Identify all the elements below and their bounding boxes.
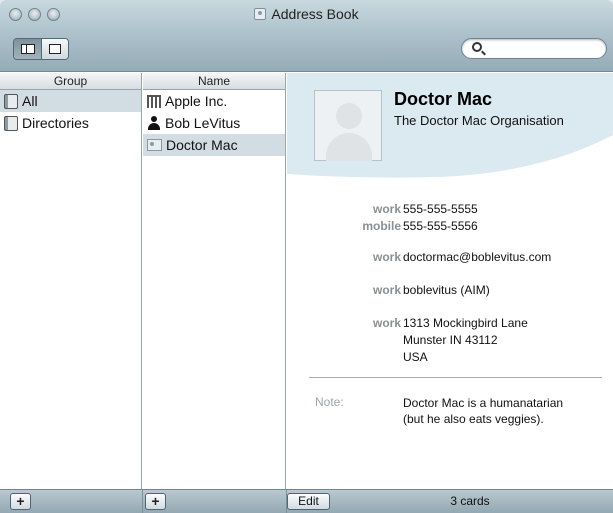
name-column-header[interactable]: Name <box>143 73 285 90</box>
card-pane: Doctor Mac The Doctor Mac Organisation w… <box>287 73 613 489</box>
name-item-label: Doctor Mac <box>166 137 238 153</box>
contact-photo[interactable] <box>314 90 382 161</box>
contact-name: Doctor Mac <box>394 89 493 109</box>
card-view-button[interactable] <box>41 39 68 59</box>
bottom-bar: + + Edit 3 cards <box>0 489 613 513</box>
name-item-bob-levitus[interactable]: Bob LeVitus <box>143 112 285 134</box>
edit-button[interactable]: Edit <box>287 493 330 510</box>
add-group-button[interactable]: + <box>10 493 31 510</box>
card-count: 3 cards <box>450 494 490 508</box>
phone-label[interactable]: mobile <box>362 219 401 234</box>
photo-placeholder-body <box>326 133 372 161</box>
contact-organization: The Doctor Mac Organisation <box>394 113 564 128</box>
group-pane: Group All Directories <box>0 73 142 489</box>
bottom-divider <box>142 490 143 513</box>
columns-icon <box>20 44 35 54</box>
name-pane: Name Apple Inc. Bob LeVitus Doctor Mac <box>143 73 286 489</box>
note-divider <box>309 377 602 378</box>
note-line: (but he also eats veggies). <box>403 412 544 426</box>
photo-placeholder-head <box>336 103 362 129</box>
address-book-window: Address Book Group All Directories Name <box>0 0 613 513</box>
window-title: Address Book <box>0 6 613 22</box>
titlebar: Address Book <box>0 0 613 72</box>
email-value[interactable]: doctormac@boblevitus.com <box>403 250 551 265</box>
group-item-label: Directories <box>22 115 89 131</box>
name-item-doctor-mac[interactable]: Doctor Mac <box>143 134 285 156</box>
add-person-button[interactable]: + <box>145 493 166 510</box>
address-book-icon <box>254 8 267 20</box>
address-line3: USA <box>403 350 428 364</box>
company-icon <box>147 94 161 108</box>
directory-icon <box>4 115 18 131</box>
name-item-label: Bob LeVitus <box>165 115 241 131</box>
address-line1: 1313 Mockingbird Lane <box>403 316 528 330</box>
column-view-button[interactable] <box>14 39 41 59</box>
search-icon <box>472 42 482 52</box>
group-column-header[interactable]: Group <box>0 73 141 90</box>
window-title-text: Address Book <box>271 6 359 22</box>
group-item-directories[interactable]: Directories <box>0 112 141 134</box>
im-value[interactable]: boblevitus (AIM) <box>403 283 490 298</box>
group-item-label: All <box>22 93 38 109</box>
search-field[interactable] <box>461 38 607 59</box>
address-label[interactable]: work <box>373 316 401 331</box>
group-icon <box>4 93 18 109</box>
view-toggle <box>13 38 69 60</box>
email-label[interactable]: work <box>373 250 401 265</box>
card-icon <box>147 139 162 151</box>
note-text[interactable]: Doctor Mac is a humanatarian (but he als… <box>403 395 563 427</box>
person-icon <box>147 116 161 130</box>
address-line2: Munster IN 43112 <box>403 333 498 347</box>
search-input[interactable] <box>488 40 600 57</box>
name-item-label: Apple Inc. <box>165 93 228 109</box>
card-only-icon <box>49 44 61 54</box>
note-label: Note: <box>315 395 344 409</box>
note-line: Doctor Mac is a humanatarian <box>403 396 564 410</box>
name-item-apple[interactable]: Apple Inc. <box>143 90 285 112</box>
group-item-all[interactable]: All <box>0 90 141 112</box>
im-label[interactable]: work <box>373 283 401 298</box>
phone-value: 555-555-5556 <box>403 219 478 233</box>
phone-value: 555-555-5555 <box>403 202 478 216</box>
phone-label[interactable]: work <box>373 202 401 217</box>
